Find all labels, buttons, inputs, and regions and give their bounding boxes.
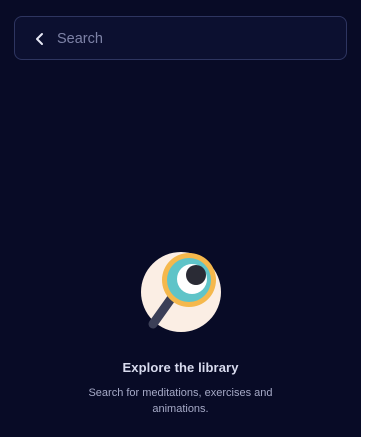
chevron-left-icon xyxy=(36,33,43,45)
window-edge xyxy=(361,0,365,437)
search-bar xyxy=(14,16,347,60)
magnifying-glass-icon xyxy=(140,252,221,332)
empty-state-subtitle: Search for meditations, exercises and an… xyxy=(88,387,273,415)
search-input[interactable] xyxy=(57,26,327,52)
empty-state: Explore the library Search for meditatio… xyxy=(0,240,361,417)
empty-state-title: Explore the library xyxy=(122,360,239,375)
back-button[interactable] xyxy=(29,28,51,50)
